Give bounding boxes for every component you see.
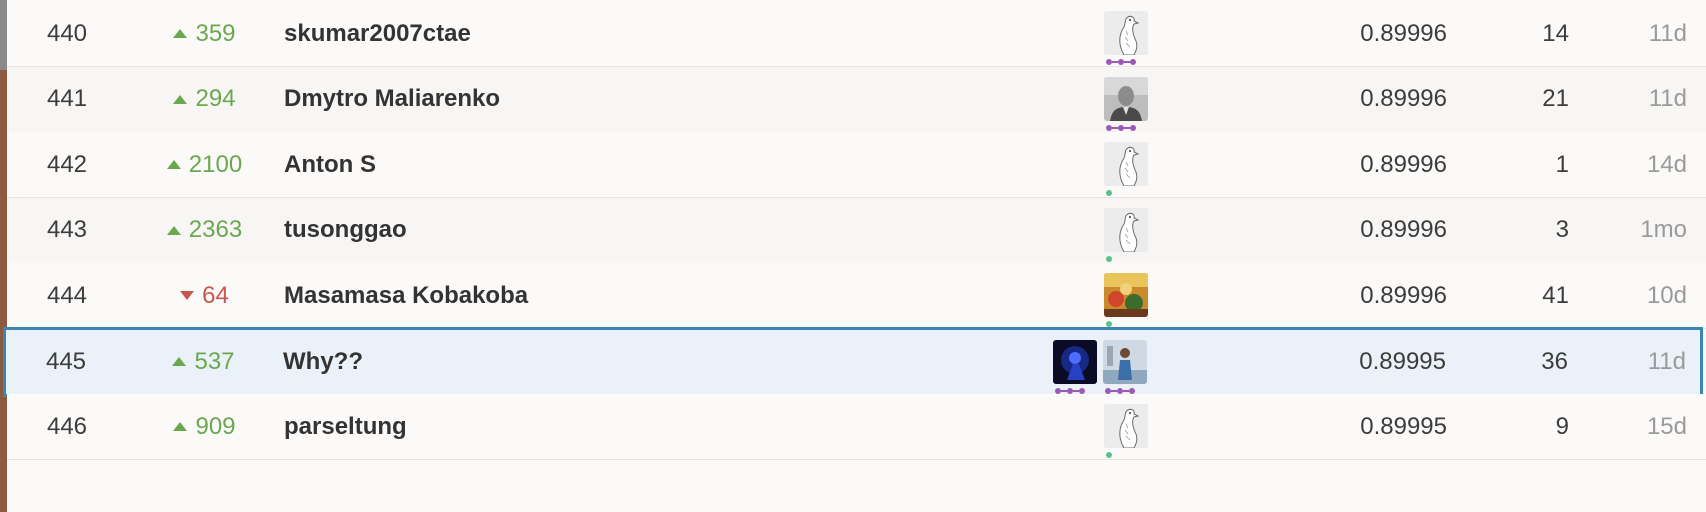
score-cell: 0.89995 — [1360, 412, 1447, 440]
rank-change: 2363 — [127, 198, 282, 263]
score-cell: 0.89996 — [1360, 85, 1447, 112]
rank-change: 359 — [127, 1, 282, 66]
rank-cell: 444 — [46, 281, 88, 309]
entries-cell: 14 — [1542, 19, 1569, 47]
table-row[interactable]: 444 64 Masamasa Kobakoba 0.89996 41 10d — [7, 263, 1706, 329]
score-cell: 0.89996 — [1360, 216, 1447, 243]
last-submission-cell: 11d — [1648, 85, 1687, 112]
triangle-down-icon — [180, 291, 195, 300]
tier-novice-icon — [1106, 189, 1112, 197]
entries-cell: 3 — [1555, 216, 1569, 243]
score-cell: 0.89996 — [1360, 19, 1447, 47]
team-name-link[interactable]: parseltung — [284, 394, 1084, 459]
rank-cell: 440 — [46, 19, 88, 47]
rank-change: 64 — [127, 263, 282, 328]
rank-cell: 445 — [45, 347, 87, 375]
leaderboard: 440 359 skumar2007ctae 0.89996 14 11d 441 294 Dm… — [0, 0, 1706, 512]
triangle-up-icon — [166, 225, 181, 235]
rank-change: 909 — [127, 394, 282, 459]
rank-cell: 441 — [46, 85, 88, 112]
photo-avatar-gray — [1104, 76, 1148, 121]
team-member-avatar[interactable] — [1103, 339, 1147, 394]
photo-avatar-colorful — [1104, 273, 1148, 317]
rank-cell: 446 — [46, 412, 88, 440]
team-member-avatar[interactable] — [1104, 142, 1148, 196]
last-submission-cell: 11d — [1647, 347, 1686, 375]
team-name-link[interactable]: Anton S — [284, 132, 1084, 197]
tier-master-icon — [1106, 58, 1136, 66]
rank-change-value: 537 — [194, 347, 235, 375]
team-name-link[interactable]: Why?? — [283, 330, 1083, 394]
entries-cell: 36 — [1541, 347, 1568, 375]
table-row[interactable]: 446 909 parseltung 0.89995 9 15d — [7, 394, 1706, 460]
tier-novice-icon — [1106, 255, 1112, 263]
last-submission-cell: 10d — [1646, 281, 1687, 309]
team-member-avatar[interactable] — [1053, 339, 1097, 394]
goose-avatar — [1104, 11, 1148, 55]
team-member-avatar[interactable] — [1104, 11, 1148, 65]
score-cell: 0.89995 — [1359, 347, 1446, 375]
table-row[interactable]: 441 294 Dmytro Maliarenko 0.89996 21 11d — [7, 66, 1706, 133]
rank-cell: 443 — [46, 216, 88, 243]
entries-cell: 9 — [1555, 412, 1569, 440]
team-name-link[interactable]: Masamasa Kobakoba — [284, 263, 1084, 328]
rank-change-value: 909 — [195, 412, 236, 440]
table-row[interactable]: 440 359 skumar2007ctae 0.89996 14 11d — [7, 1, 1706, 67]
entries-cell: 1 — [1555, 150, 1569, 178]
entries-cell: 41 — [1542, 281, 1569, 309]
goose-avatar — [1104, 404, 1148, 448]
team-member-avatar[interactable] — [1104, 207, 1148, 263]
edge-strip-top — [0, 0, 7, 70]
team-member-avatar[interactable] — [1104, 404, 1148, 458]
team-name-link[interactable]: skumar2007ctae — [284, 1, 1084, 66]
table-row[interactable]: 442 2100 Anton S 0.89996 1 14d — [7, 132, 1706, 198]
triangle-up-icon — [172, 357, 187, 366]
photo-avatar-person — [1103, 339, 1147, 384]
last-submission-cell: 14d — [1646, 150, 1687, 178]
triangle-up-icon — [173, 29, 188, 38]
entries-cell: 21 — [1542, 85, 1569, 112]
rank-change-value: 359 — [195, 19, 236, 47]
rank-change-value: 294 — [195, 85, 236, 112]
team-member-avatar[interactable] — [1104, 273, 1148, 327]
last-submission-cell: 15d — [1646, 412, 1687, 440]
edge-strip — [0, 0, 7, 512]
rank-change-value: 64 — [202, 281, 229, 309]
triangle-up-icon — [173, 422, 188, 431]
rank-change-value: 2363 — [188, 216, 243, 243]
team-member-avatar[interactable] — [1104, 76, 1148, 132]
rank-change: 537 — [126, 330, 281, 394]
team-name-link[interactable]: tusonggao — [284, 198, 1084, 263]
rank-change: 2100 — [127, 132, 282, 197]
rank-change-value: 2100 — [188, 150, 243, 178]
triangle-up-icon — [173, 94, 188, 104]
last-submission-cell: 1mo — [1640, 216, 1687, 243]
table-row[interactable]: 445 537 Why?? 0.89995 36 11d — [3, 326, 1703, 397]
team-name-link[interactable]: Dmytro Maliarenko — [284, 67, 1084, 132]
rank-change: 294 — [127, 67, 282, 132]
goose-avatar — [1104, 207, 1148, 252]
triangle-up-icon — [166, 160, 181, 169]
tier-master-icon — [1106, 124, 1136, 132]
goose-avatar — [1104, 142, 1148, 186]
score-cell: 0.89996 — [1360, 150, 1447, 178]
rank-cell: 442 — [46, 150, 88, 178]
score-cell: 0.89996 — [1360, 281, 1447, 309]
table-row[interactable]: 443 2363 tusonggao 0.89996 3 1mo — [7, 197, 1706, 264]
last-submission-cell: 11d — [1648, 19, 1687, 47]
photo-avatar-blue — [1053, 339, 1097, 384]
tier-novice-icon — [1106, 451, 1112, 459]
